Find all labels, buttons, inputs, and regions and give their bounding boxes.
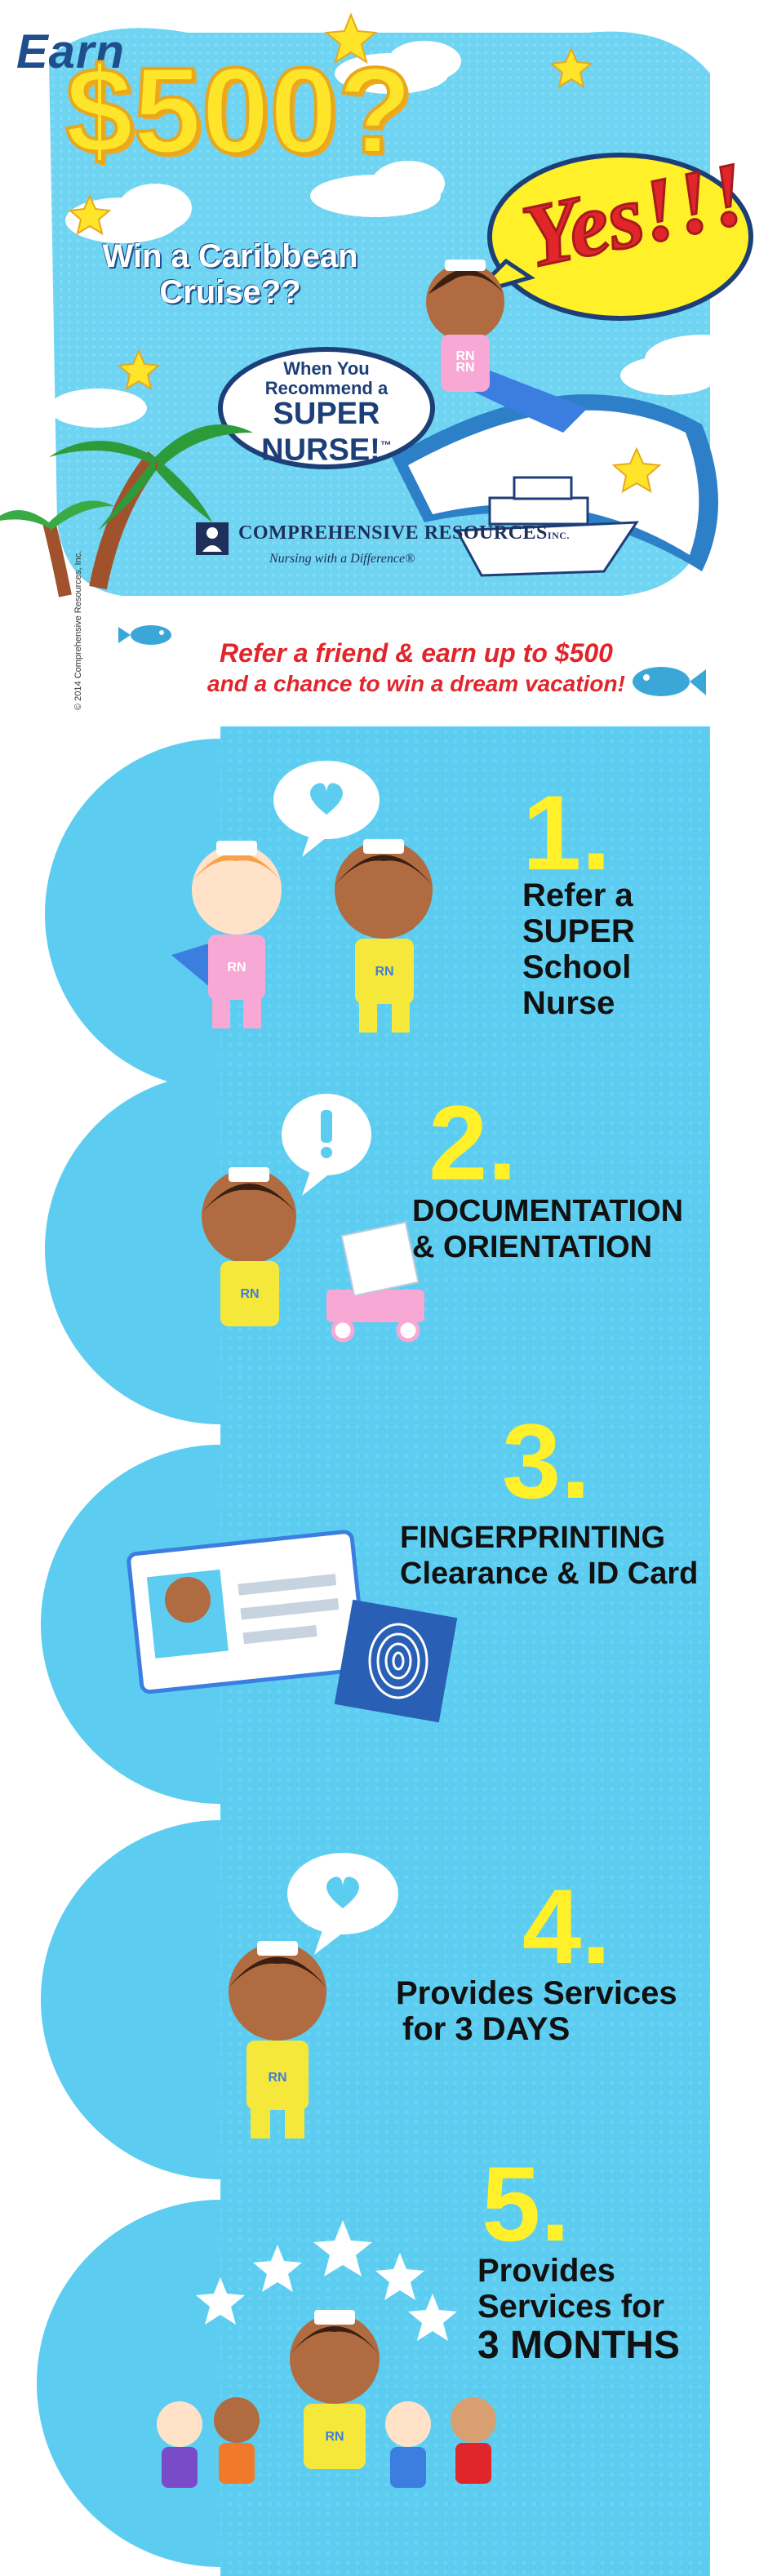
svg-text:RN: RN <box>325 2430 344 2444</box>
logo-tagline: Nursing with a Difference® <box>269 552 415 566</box>
step1-line: School <box>522 949 632 985</box>
fingerprint-icon <box>334 1599 458 1723</box>
step1-line: Refer a <box>522 877 633 913</box>
id-card-icon <box>127 1530 367 1694</box>
logo-name-text: COMPREHENSIVE RESOURCES <box>238 522 548 544</box>
step5-line: Provides <box>477 2253 615 2289</box>
step4-number: 4. <box>522 1867 611 1986</box>
fish-decorations <box>118 625 706 696</box>
step3-text: FINGERPRINTING Clearance & ID Card <box>400 1520 698 1592</box>
logo-name: COMPREHENSIVE RESOURCESINC. <box>238 522 570 544</box>
trademark-mark: ™ <box>380 438 392 451</box>
refer-banner-line1: Refer a friend & earn up to $500 <box>220 638 613 668</box>
oval-line1: When You <box>283 358 370 379</box>
step2-text: DOCUMENTATION & ORIENTATION <box>412 1193 683 1265</box>
fish-icon <box>118 625 171 645</box>
step2-line: DOCUMENTATION <box>412 1194 684 1228</box>
hero-subtitle-line1: Win a Caribbean <box>102 238 358 274</box>
oval-line4: NURSE!™ <box>222 429 431 466</box>
step2-line: & ORIENTATION <box>412 1230 653 1264</box>
svg-text:RN: RN <box>227 961 246 975</box>
refer-banner-line2: and a chance to win a dream vacation! <box>207 671 625 696</box>
svg-text:RN: RN <box>375 965 393 979</box>
step5-line: Services for <box>477 2289 665 2325</box>
hero-subtitle: Win a Caribbean Cruise?? <box>42 238 418 310</box>
step1-line: SUPER <box>522 913 635 949</box>
step3-line: FINGERPRINTING <box>400 1521 666 1555</box>
step5-line: 3 MONTHS <box>477 2324 681 2367</box>
step4-text: Provides Services for 3 DAYS <box>396 1975 677 2047</box>
rn-badge: RN <box>455 349 475 363</box>
step1-text: Refer a SUPER School Nurse <box>522 877 635 1021</box>
hero-subtitle-line2: Cruise?? <box>159 274 301 310</box>
recommend-oval: When You Recommend a SUPER NURSE!™ <box>222 359 431 466</box>
oval-line3: SUPER <box>273 397 380 431</box>
step5-number: 5. <box>482 2144 571 2263</box>
step2-number: 2. <box>428 1083 517 1202</box>
step5-text: Provides Services for 3 MONTHS <box>477 2253 680 2367</box>
step3-number: 3. <box>502 1401 591 1521</box>
logo-icon <box>196 522 229 555</box>
exclamation-icon <box>321 1110 332 1143</box>
step3-line: Clearance & ID Card <box>400 1557 699 1591</box>
hero-section: RN Earn $500? Win a Caribbean Cruise?? Y… <box>0 0 777 710</box>
logo-inc: INC. <box>547 530 570 541</box>
amount-heading: $500? <box>64 42 414 179</box>
svg-text:RN: RN <box>268 2071 286 2085</box>
svg-text:RN: RN <box>240 1287 259 1301</box>
oval-line4-text: NURSE! <box>261 433 380 468</box>
step4-line: Provides Services <box>396 1975 677 2011</box>
oval-line2: Recommend a <box>264 378 388 398</box>
step1-line: Nurse <box>522 985 615 1021</box>
step1-number: 1. <box>522 773 611 892</box>
step4-line: for 3 DAYS <box>402 2011 571 2047</box>
